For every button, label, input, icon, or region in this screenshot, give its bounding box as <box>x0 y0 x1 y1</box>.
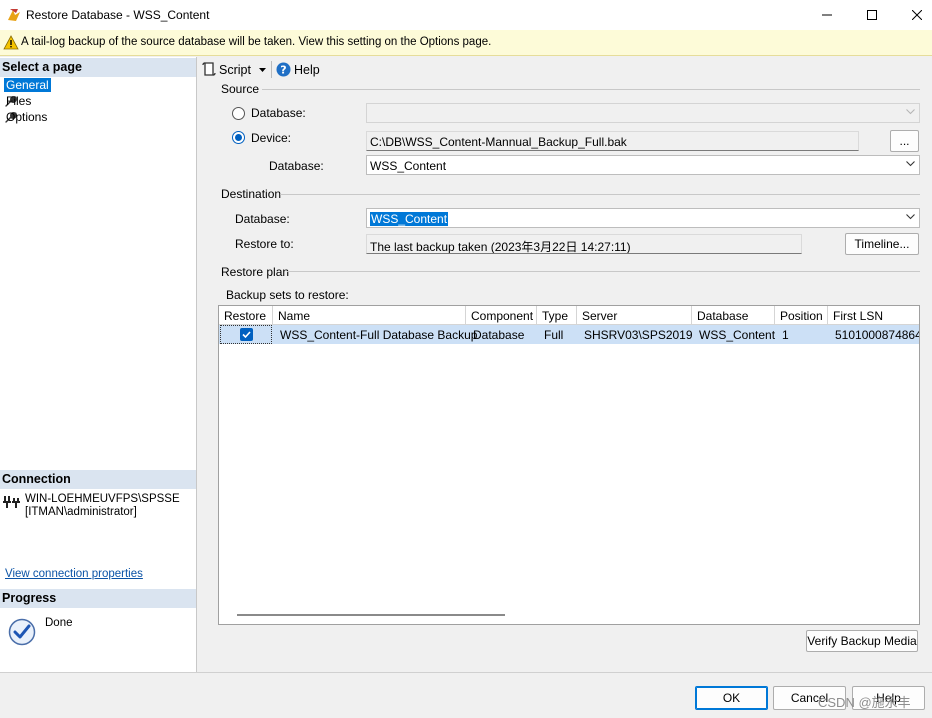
warning-icon <box>3 35 19 50</box>
chevron-down-icon[interactable] <box>259 68 266 72</box>
backup-sets-grid[interactable]: Restore Name Component Type Server Datab… <box>218 305 920 625</box>
done-check-icon <box>8 618 36 646</box>
page-item-options[interactable]: Options <box>4 109 47 124</box>
page-item-files[interactable]: Files <box>4 93 31 108</box>
source-group-label: Source <box>221 82 260 96</box>
tail-log-warning-banner: A tail-log backup of the source database… <box>0 30 932 56</box>
close-button[interactable] <box>894 0 932 30</box>
column-header-type[interactable]: Type <box>537 306 577 325</box>
device-source-radio-label: Device: <box>251 131 292 145</box>
help-icon: ? <box>276 62 291 77</box>
column-header-name[interactable]: Name <box>273 306 466 325</box>
verify-backup-media-button[interactable]: Verify Backup Media <box>806 630 918 652</box>
destination-database-combo[interactable]: WSS_Content <box>366 208 920 228</box>
chevron-down-icon <box>906 161 915 167</box>
help-label: Help <box>294 62 320 77</box>
check-icon <box>242 331 251 339</box>
restore-database-icon <box>8 9 20 21</box>
cell-type: Full <box>544 328 564 342</box>
source-database-select[interactable]: WSS_Content <box>366 155 920 175</box>
connection-user: [ITMAN\administrator] <box>25 506 137 518</box>
ok-button[interactable]: OK <box>695 686 768 710</box>
timeline-button[interactable]: Timeline... <box>845 233 919 255</box>
page-item-general[interactable]: General <box>4 77 51 92</box>
select-page-header: Select a page <box>0 58 196 77</box>
maximize-icon <box>867 10 877 20</box>
script-label: Script <box>219 62 251 77</box>
maximize-button[interactable] <box>849 0 895 30</box>
browse-device-button[interactable]: ... <box>890 130 919 152</box>
horizontal-scrollbar[interactable] <box>237 614 505 616</box>
cell-first-lsn: 51010008748641 <box>835 328 920 342</box>
restore-plan-divider <box>287 271 920 272</box>
source-database-value: WSS_Content <box>370 159 447 173</box>
destination-divider <box>280 194 920 195</box>
restore-to-field[interactable]: The last backup taken (2023年3月22日 14:27:… <box>366 234 802 254</box>
cell-database: WSS_Content <box>699 328 776 342</box>
column-header-database[interactable]: Database <box>692 306 775 325</box>
table-row[interactable]: WSS_Content-Full Database Backup Databas… <box>219 325 920 344</box>
device-path-field[interactable]: C:\DB\WSS_Content-Mannual_Backup_Full.ba… <box>366 131 859 151</box>
chevron-down-icon <box>906 109 915 115</box>
database-source-radio[interactable] <box>232 107 245 120</box>
help-toolbar-button[interactable]: ? Help <box>276 62 320 77</box>
script-icon <box>202 62 216 76</box>
connection-header: Connection <box>0 470 196 489</box>
script-button[interactable]: Script <box>202 62 251 77</box>
close-icon <box>912 10 922 20</box>
source-divider <box>262 89 920 90</box>
cell-name: WSS_Content-Full Database Backup <box>280 328 478 342</box>
source-database-combo[interactable] <box>366 103 920 123</box>
device-source-radio[interactable] <box>232 131 245 144</box>
view-connection-properties-link[interactable]: View connection properties <box>5 568 143 580</box>
cell-position: 1 <box>782 328 789 342</box>
progress-header: Progress <box>0 589 196 608</box>
chevron-down-icon <box>906 214 915 220</box>
destination-database-value: WSS_Content <box>370 212 449 226</box>
cell-server: SHSRV03\SPS2019 <box>584 328 693 342</box>
connection-server: WIN-LOEHMEUVFPS\SPSSE <box>25 493 180 505</box>
backup-sets-label: Backup sets to restore: <box>226 288 349 302</box>
minimize-icon <box>822 14 832 16</box>
column-header-first-lsn[interactable]: First LSN <box>828 306 919 325</box>
window-title: Restore Database - WSS_Content <box>26 8 210 22</box>
database-source-radio-label: Database: <box>251 106 306 120</box>
column-header-server[interactable]: Server <box>577 306 692 325</box>
watermark: CSDN @施永丰 <box>818 695 911 710</box>
banner-text: A tail-log backup of the source database… <box>21 36 492 48</box>
column-header-component[interactable]: Component <box>466 306 537 325</box>
svg-text:?: ? <box>280 64 286 77</box>
cell-component: Database <box>473 328 525 342</box>
restore-to-label: Restore to: <box>235 237 294 251</box>
source-database-label: Database: <box>269 159 324 173</box>
grid-header: Restore Name Component Type Server Datab… <box>219 306 919 325</box>
left-pane: Select a page General Files Options Conn… <box>0 57 197 672</box>
destination-group-label: Destination <box>221 187 282 201</box>
restore-checkbox[interactable] <box>240 328 253 341</box>
progress-status: Done <box>45 617 73 629</box>
title-bar: Restore Database - WSS_Content <box>0 0 932 30</box>
connection-icon <box>3 496 20 508</box>
restore-plan-group-label: Restore plan <box>221 265 290 279</box>
column-header-position[interactable]: Position <box>775 306 828 325</box>
destination-database-label: Database: <box>235 212 290 226</box>
minimize-button[interactable] <box>804 0 850 30</box>
connection-info: WIN-LOEHMEUVFPS\SPSSE [ITMAN\administrat… <box>25 493 180 519</box>
column-header-restore[interactable]: Restore <box>219 306 273 325</box>
toolbar-separator <box>271 61 272 78</box>
